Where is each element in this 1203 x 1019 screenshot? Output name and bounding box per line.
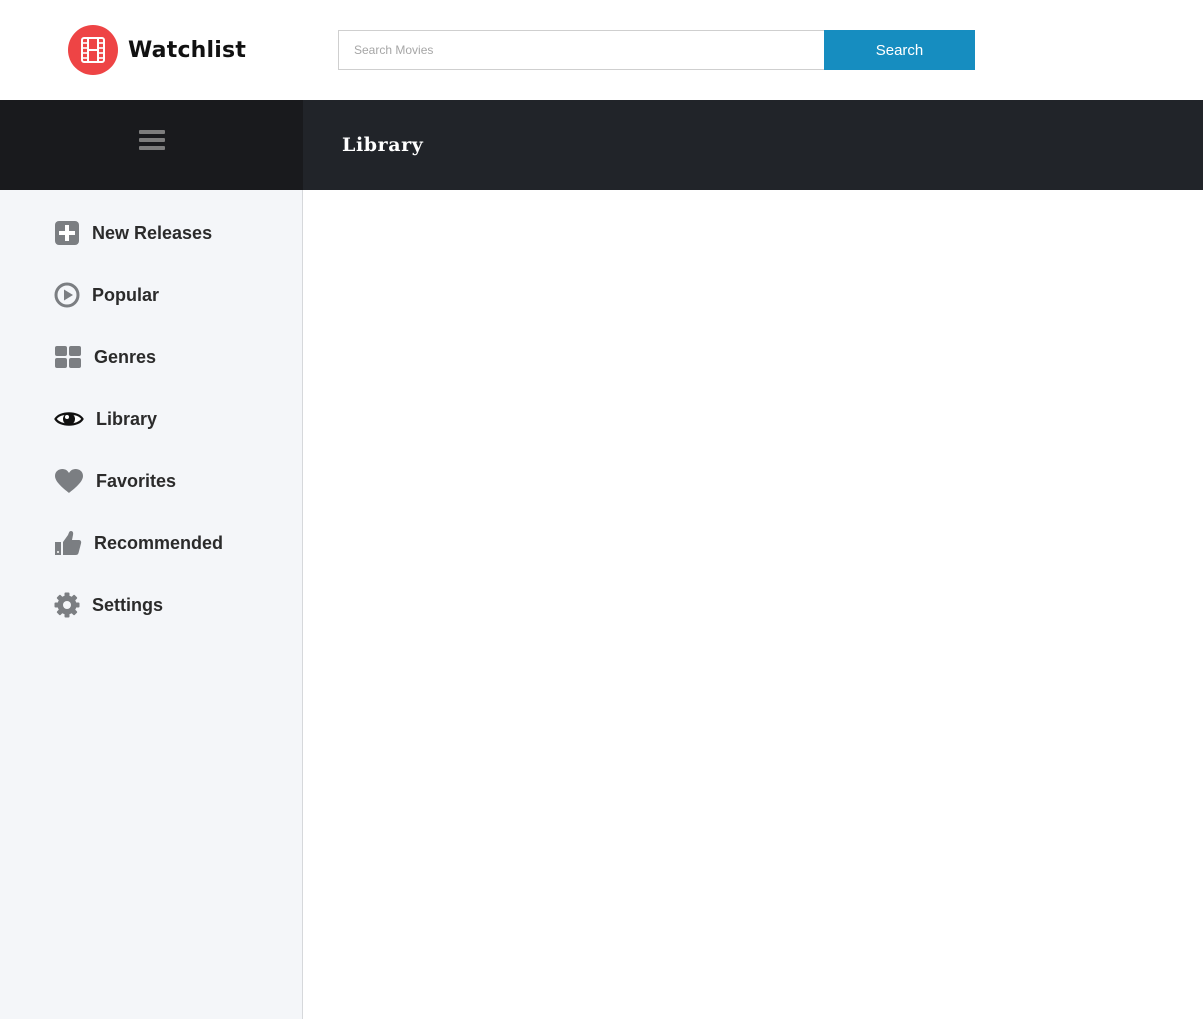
hamburger-menu-icon[interactable] <box>138 130 165 150</box>
sidebar-item-favorites[interactable]: Favorites <box>54 466 176 496</box>
sidebar-item-label: New Releases <box>92 222 213 243</box>
sidebar-item-label: Genres <box>94 346 157 367</box>
gear-icon <box>54 592 80 618</box>
sidebar-item-label: Favorites <box>96 470 177 491</box>
search-input[interactable] <box>338 30 824 70</box>
page-title: Library <box>342 134 424 156</box>
sidebar: New Releases Popular Genres Library Favo… <box>0 190 303 1019</box>
film-icon <box>68 25 118 75</box>
heart-icon <box>54 468 84 494</box>
title-bar: Library <box>303 100 1203 190</box>
sidebar-item-settings[interactable]: Settings <box>54 590 163 620</box>
eye-icon <box>54 406 84 432</box>
logo[interactable]: Watchlist <box>68 25 246 75</box>
sidebar-item-library[interactable]: Library <box>54 404 157 434</box>
sidebar-item-new-releases[interactable]: New Releases <box>54 218 212 248</box>
plus-square-icon <box>54 220 80 246</box>
search-button[interactable]: Search <box>824 30 975 70</box>
play-circle-icon <box>54 282 80 308</box>
thumbs-up-icon <box>54 530 82 556</box>
header: Watchlist Search <box>0 0 1203 100</box>
menu-bar <box>0 100 303 190</box>
main-content <box>303 190 1203 1019</box>
sidebar-item-label: Settings <box>92 594 164 615</box>
search-bar: Search <box>338 30 975 70</box>
sidebar-item-popular[interactable]: Popular <box>54 280 159 310</box>
sidebar-item-label: Library <box>96 408 158 429</box>
sidebar-item-genres[interactable]: Genres <box>54 342 156 372</box>
sidebar-item-label: Recommended <box>94 532 224 553</box>
sidebar-item-recommended[interactable]: Recommended <box>54 528 223 558</box>
grid-icon <box>54 344 82 370</box>
app-name: Watchlist <box>128 37 247 63</box>
sidebar-item-label: Popular <box>92 284 160 305</box>
